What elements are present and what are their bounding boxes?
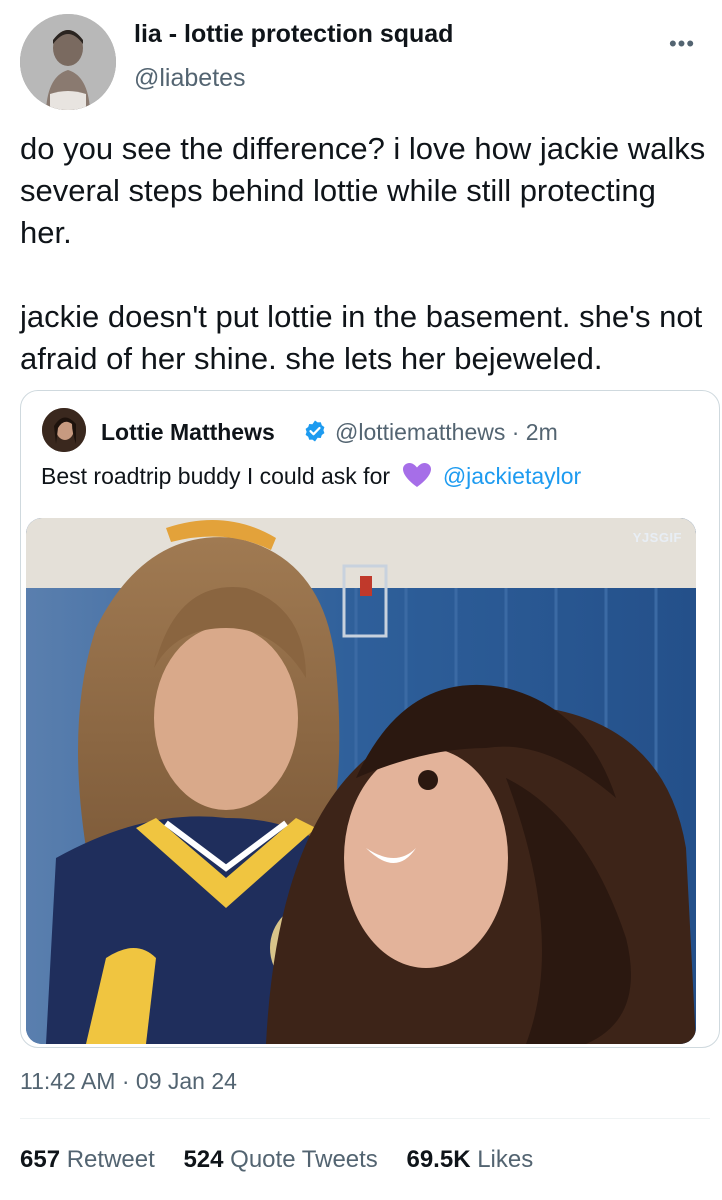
mention-link[interactable]: @jackietaylor	[443, 463, 581, 489]
author-avatar[interactable]	[20, 14, 116, 110]
author-handle[interactable]: @liabetes	[134, 64, 246, 93]
quote-tweets-stat[interactable]: 524 Quote Tweets	[183, 1146, 377, 1173]
divider	[20, 1118, 710, 1119]
quote-label: Quote Tweets	[230, 1146, 378, 1173]
tweet-text: do you see the difference? i love how ja…	[20, 131, 706, 376]
verified-badge-icon	[305, 420, 325, 442]
gif-image	[26, 518, 696, 1044]
quoted-media-gif[interactable]: YJSGIF	[26, 518, 696, 1044]
retweet-label: Retweet	[66, 1146, 155, 1173]
tweet: lia - lottie protection squad @liabetes …	[0, 0, 722, 1200]
quoted-tweet-card[interactable]: Lottie Matthews @lottiematthews · 2m Bes…	[20, 390, 720, 1048]
quoted-author-handle-time[interactable]: @lottiematthews · 2m	[335, 419, 558, 446]
quote-count: 524	[183, 1146, 224, 1173]
author-display-name[interactable]: lia - lottie protection squad	[134, 20, 453, 49]
likes-label: Likes	[477, 1146, 534, 1173]
more-options-icon[interactable]: •••	[662, 30, 702, 58]
tweet-timestamp[interactable]: 11:42 AM · 09 Jan 24	[20, 1068, 237, 1095]
retweets-stat[interactable]: 657 Retweet	[20, 1146, 155, 1173]
engagement-stats: 657 Retweet 524 Quote Tweets 69.5K Likes	[20, 1146, 555, 1174]
likes-stat[interactable]: 69.5K Likes	[406, 1146, 533, 1173]
quoted-tweet-text: Best roadtrip buddy I could ask for @jac…	[41, 462, 581, 490]
purple-heart-icon	[403, 463, 432, 487]
profile-photo-icon	[20, 14, 116, 110]
retweet-count: 657	[20, 1146, 61, 1173]
quoted-author-avatar[interactable]	[42, 408, 86, 452]
quoted-author-name[interactable]: Lottie Matthews	[101, 419, 275, 446]
quoted-profile-photo-icon	[42, 408, 86, 452]
gif-watermark: YJSGIF	[632, 530, 682, 545]
quoted-text-body: Best roadtrip buddy I could ask for	[41, 463, 391, 489]
likes-count: 69.5K	[406, 1146, 471, 1173]
